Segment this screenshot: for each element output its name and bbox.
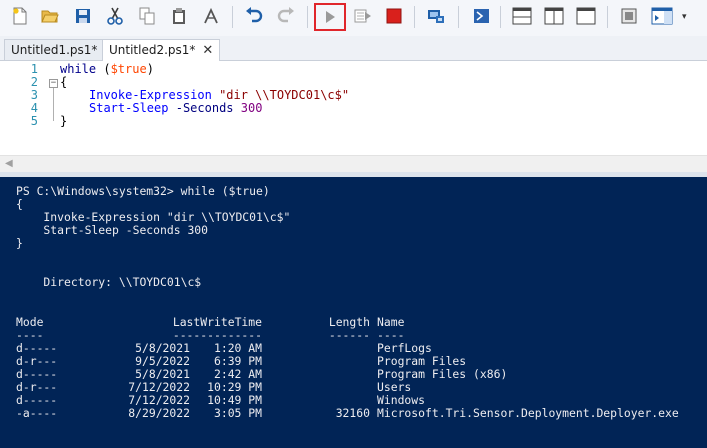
code-text: ) — [146, 62, 154, 76]
toolbar-overflow-icon[interactable]: ▾ — [682, 12, 687, 22]
row-time: 3:05 PM — [213, 406, 262, 420]
tab-label: Untitled2.ps1* — [109, 43, 196, 57]
tab-strip: Untitled1.ps1* Untitled2.ps1* ✕ — [0, 36, 707, 61]
close-tab-icon[interactable]: ✕ — [202, 43, 213, 58]
string: "dir \\TOYDC01\c$" — [219, 88, 350, 102]
line-number: 4 — [30, 101, 38, 115]
code-line-4: Start-Sleep -Seconds 300 — [89, 101, 262, 115]
code-line-5: } — [60, 114, 67, 128]
console-echo-line: Start-Sleep -Seconds 300 — [16, 223, 209, 237]
horizontal-scrollbar[interactable]: ◀ — [0, 155, 707, 172]
code-text: { — [60, 75, 68, 89]
toolbar: ▾ — [0, 0, 707, 37]
row-name: Microsoft.Tri.Sensor.Deployment.Deployer… — [377, 406, 679, 420]
show-script-pane-right-icon[interactable] — [543, 5, 565, 27]
console-pane[interactable]: PS C:\Windows\system32> while ($true) { … — [0, 177, 707, 448]
line-number: 3 — [30, 88, 38, 102]
collapse-block-icon[interactable]: − — [49, 79, 58, 88]
code-text: ( — [96, 62, 111, 76]
paste-icon[interactable] — [168, 5, 190, 27]
row-date: 8/29/2022 — [128, 406, 190, 420]
row-length: 32160 — [335, 406, 370, 420]
code-text: } — [60, 114, 68, 128]
show-script-pane-top-icon[interactable] — [511, 5, 533, 27]
command: Invoke-Expression — [89, 88, 212, 102]
prompt-line: PS C:\Windows\system32> while ($true) — [16, 184, 270, 198]
parameter: -Seconds — [175, 101, 234, 115]
copy-icon[interactable] — [136, 5, 158, 27]
console-echo-line: } — [16, 236, 23, 250]
run-script-icon[interactable] — [314, 3, 346, 31]
code-line-1: while ($true) — [60, 62, 154, 76]
line-number: 1 — [30, 62, 38, 76]
command: Start-Sleep — [89, 101, 169, 115]
powershell-console-icon[interactable] — [470, 5, 492, 27]
number: 300 — [240, 101, 263, 115]
variable: $true — [110, 62, 147, 76]
tab-untitled2[interactable]: Untitled2.ps1* ✕ — [102, 39, 221, 61]
show-script-pane-max-icon[interactable] — [575, 5, 597, 27]
clear-icon[interactable] — [200, 5, 222, 27]
line-number: 2 — [30, 75, 38, 89]
scroll-left-icon[interactable]: ◀ — [5, 158, 13, 169]
cut-icon[interactable] — [104, 5, 126, 27]
remote-powershell-icon[interactable] — [425, 5, 447, 27]
script-editor[interactable]: 1 2 3 4 5 − while ($true) { Invoke-Expre… — [0, 61, 707, 155]
undo-icon[interactable] — [243, 5, 265, 27]
open-folder-icon[interactable] — [39, 5, 61, 27]
fold-guide — [53, 88, 54, 121]
line-number: 5 — [30, 114, 38, 128]
show-command-addon-icon[interactable] — [650, 5, 674, 27]
tab-label: Untitled1.ps1* — [11, 43, 98, 57]
new-file-icon[interactable] — [9, 5, 31, 27]
directory-line: Directory: \\TOYDC01\c$ — [16, 275, 202, 289]
tab-untitled1[interactable]: Untitled1.ps1* — [4, 39, 105, 60]
underline-length: ------ — [328, 328, 370, 342]
save-icon[interactable] — [72, 5, 94, 27]
keyword: while — [60, 62, 97, 76]
stop-icon[interactable] — [383, 5, 405, 27]
run-selection-icon[interactable] — [352, 5, 374, 27]
show-command-window-icon[interactable] — [618, 5, 640, 27]
redo-icon[interactable] — [275, 5, 297, 27]
row-mode: -a---- — [16, 406, 58, 420]
code-line-2: { — [60, 75, 67, 89]
code-line-3: Invoke-Expression "dir \\TOYDC01\c$" — [89, 88, 349, 102]
